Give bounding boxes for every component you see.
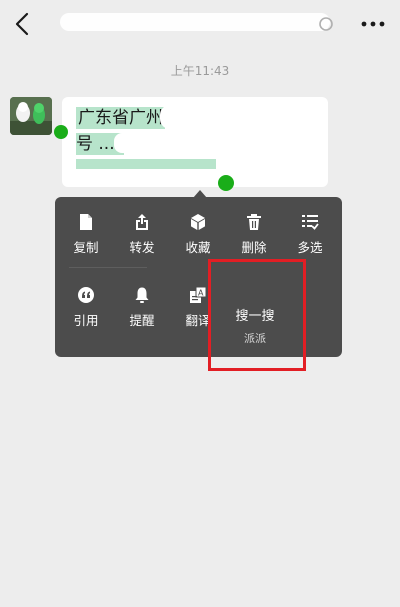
document-icon [80,214,92,230]
selection-line3 [76,159,216,169]
bell-icon [135,287,149,303]
menu-label-favorite: 收藏 [185,240,211,255]
highlight-box [208,259,306,371]
selection-end-handle[interactable] [218,175,234,191]
menu-item-copy[interactable]: 复制 [58,213,114,265]
redacted-text-2 [114,133,322,153]
trash-icon [247,214,261,230]
share-icon [136,214,148,230]
redacted-text-1 [160,105,322,129]
message-timestamp: 上午11:43 [170,64,230,78]
menu-label-remind: 提醒 [129,313,155,328]
nav-bar [0,0,400,48]
translate-icon: A [190,286,207,303]
menu-label-quote: 引用 [73,313,99,328]
quote-icon [78,287,94,303]
menu-item-delete[interactable]: 删除 [226,213,282,265]
menu-divider [69,267,147,268]
menu-item-multiselect[interactable]: 多选 [282,213,338,265]
chat-title-redacted [60,13,330,31]
menu-item-remind[interactable]: 提醒 [114,286,170,338]
selection-start-handle[interactable] [54,125,68,139]
more-options-icon[interactable] [358,12,388,36]
menu-item-forward[interactable]: 转发 [114,213,170,265]
menu-item-quote[interactable]: 引用 [58,286,114,338]
menu-label-forward: 转发 [129,240,155,255]
message-text: 广东省广州 [76,107,165,129]
chat-status-icon [319,17,333,31]
back-arrow-icon[interactable] [10,10,36,38]
svg-text:A: A [198,289,204,298]
message-bubble[interactable]: 广东省广州 号 ... [54,97,328,191]
menu-label-delete: 删除 [241,240,267,255]
cube-icon [191,214,205,230]
menu-label-copy: 复制 [73,240,99,255]
menu-label-multiselect: 多选 [297,240,323,255]
checklist-icon [302,215,319,230]
menu-item-favorite[interactable]: 收藏 [170,213,226,265]
sender-avatar[interactable] [10,97,52,135]
